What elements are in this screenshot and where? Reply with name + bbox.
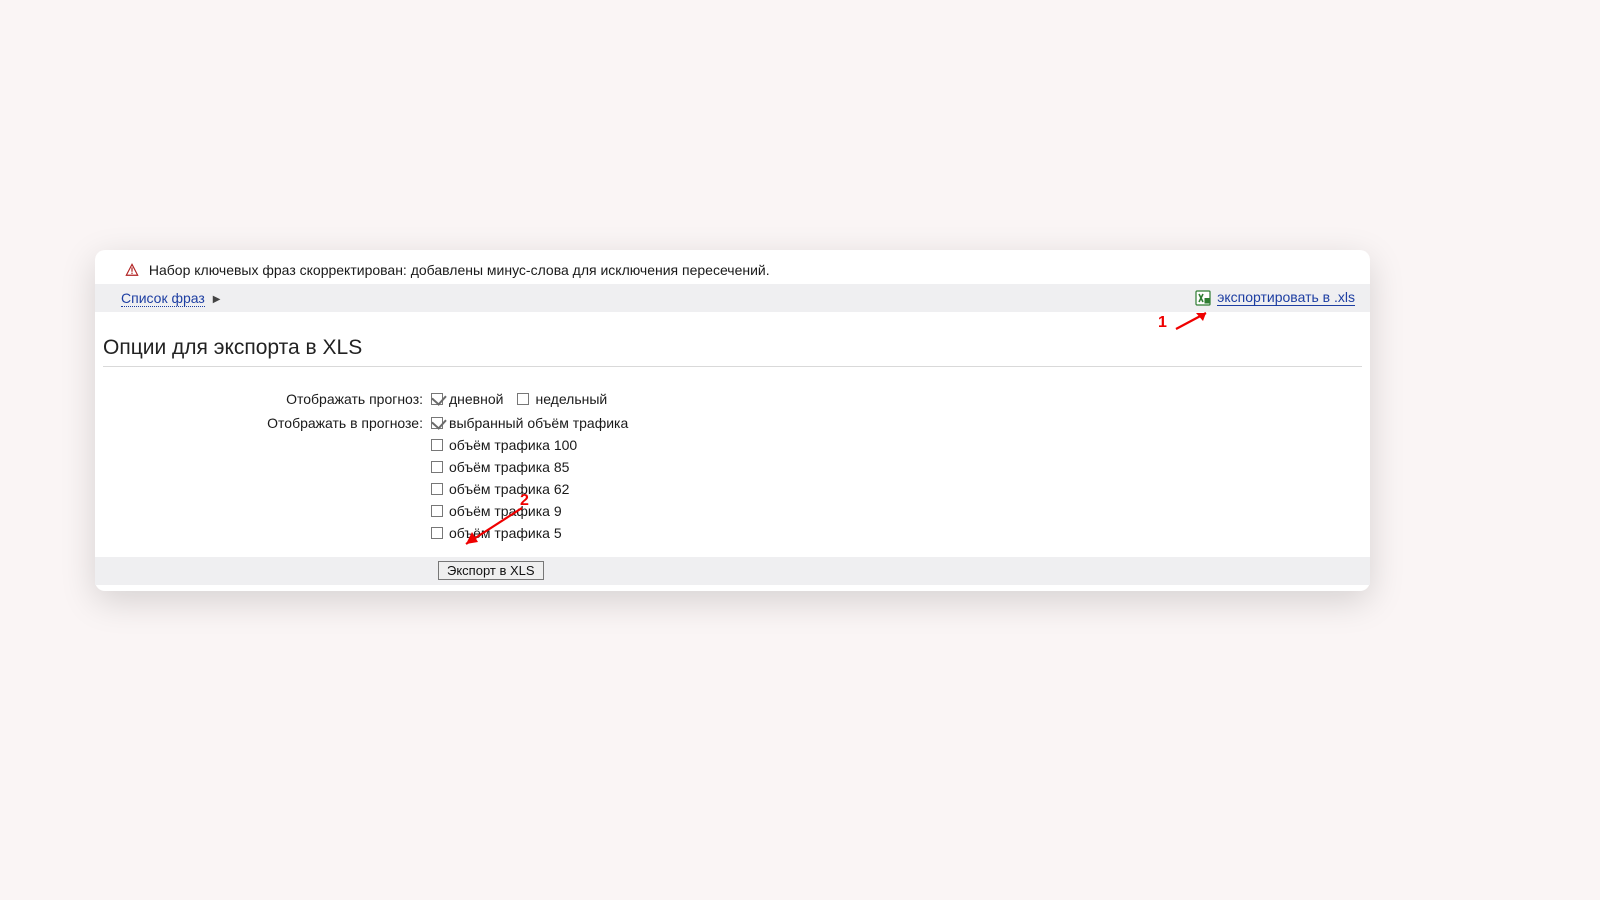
option-label: недельный: [535, 391, 607, 407]
option-label: дневной: [449, 391, 503, 407]
section-title: Опции для экспорта в XLS: [103, 312, 1362, 367]
traffic-5-option[interactable]: объём трафика 5: [431, 522, 628, 544]
checkbox-icon: [431, 417, 443, 429]
warning-icon: [125, 263, 139, 277]
option-label: объём трафика 85: [449, 459, 569, 475]
warning-row: Набор ключевых фраз скорректирован: доба…: [95, 258, 1370, 284]
triangle-right-icon: ▶: [213, 294, 221, 305]
in-forecast-values: выбранный объём трафика объём трафика 10…: [431, 412, 628, 544]
traffic-85-option[interactable]: объём трафика 85: [431, 456, 628, 478]
option-label: объём трафика 9: [449, 503, 562, 519]
forecast-daily-option[interactable]: дневной: [431, 388, 503, 410]
forecast-weekly-option[interactable]: недельный: [517, 388, 607, 410]
option-label: объём трафика 62: [449, 481, 569, 497]
checkbox-icon: [431, 527, 443, 539]
in-forecast-row: Отображать в прогнозе: выбранный объём т…: [95, 411, 1370, 545]
traffic-100-option[interactable]: объём трафика 100: [431, 434, 628, 456]
export-xls-button[interactable]: Экспорт в XLS: [438, 561, 544, 580]
export-link-group: экспортировать в .xls: [1195, 289, 1355, 306]
checkbox-icon: [517, 393, 529, 405]
option-label: объём трафика 100: [449, 437, 577, 453]
traffic-62-option[interactable]: объём трафика 62: [431, 478, 628, 500]
option-label: выбранный объём трафика: [449, 415, 628, 431]
option-label: объём трафика 5: [449, 525, 562, 541]
warning-text: Набор ключевых фраз скорректирован: доба…: [149, 262, 770, 278]
export-xls-link[interactable]: экспортировать в .xls: [1217, 289, 1355, 306]
checkbox-icon: [431, 393, 443, 405]
phrases-link-wrap: Список фраз ▶: [121, 290, 220, 306]
checkbox-icon: [431, 461, 443, 473]
submit-row: Экспорт в XLS: [95, 557, 1370, 585]
traffic-9-option[interactable]: объём трафика 9: [431, 500, 628, 522]
checkbox-icon: [431, 483, 443, 495]
in-forecast-label: Отображать в прогнозе:: [95, 412, 431, 434]
forecast-label: Отображать прогноз:: [95, 388, 431, 410]
forecast-row: Отображать прогноз: дневной недельный: [95, 387, 1370, 411]
toolbar: Список фраз ▶ экспортировать в .xls: [95, 284, 1370, 312]
phrases-list-link[interactable]: Список фраз: [121, 290, 205, 307]
forecast-values: дневной недельный: [431, 388, 607, 410]
options-block: Отображать прогноз: дневной недельный От…: [95, 367, 1370, 551]
xls-file-icon: [1195, 290, 1211, 306]
export-card: Набор ключевых фраз скорректирован: доба…: [95, 250, 1370, 591]
checkbox-icon: [431, 439, 443, 451]
traffic-selected-option[interactable]: выбранный объём трафика: [431, 412, 628, 434]
checkbox-icon: [431, 505, 443, 517]
